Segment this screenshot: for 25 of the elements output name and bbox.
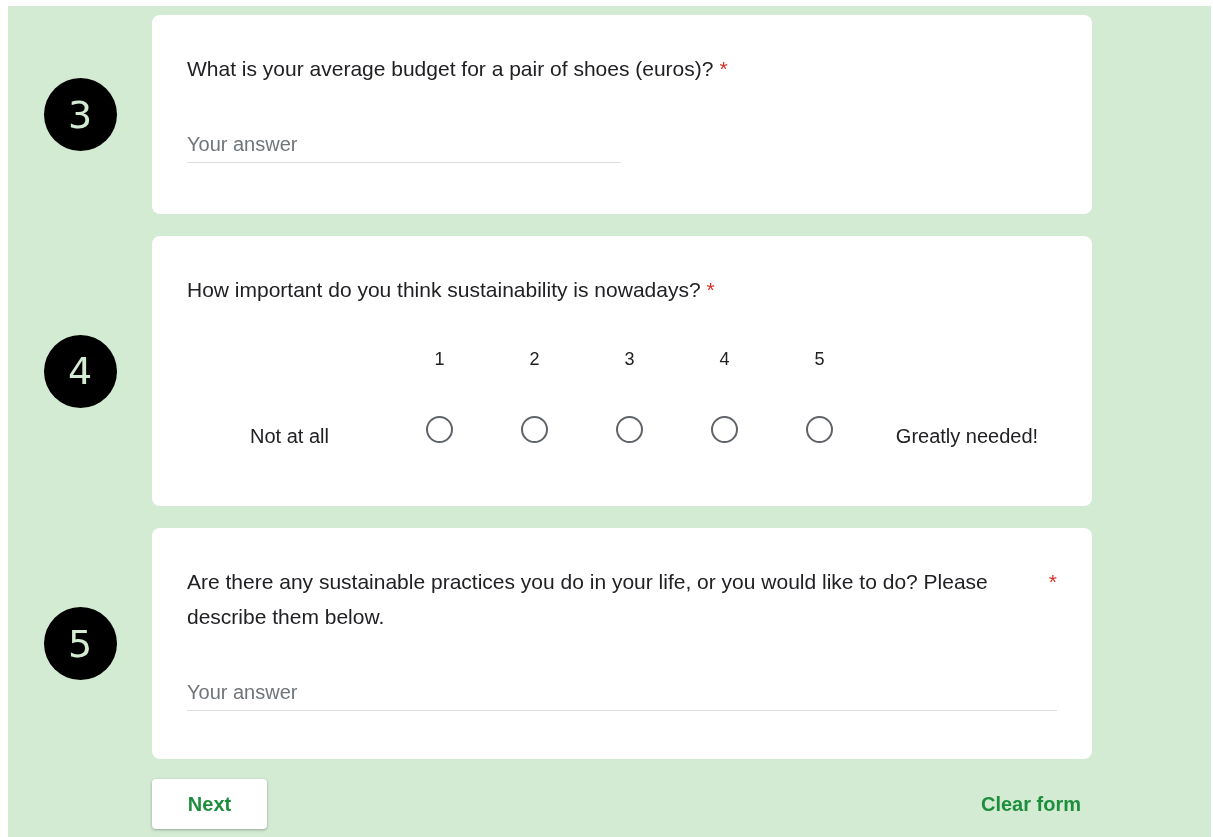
scale-number: 2 — [528, 348, 541, 371]
radio-button[interactable] — [426, 415, 453, 443]
question-title: How important do you think sustainability is nowadays? — [187, 277, 702, 303]
answer-field[interactable]: Your answer — [187, 681, 1057, 711]
scale-number: 1 — [433, 348, 446, 371]
question-number-badge: 4 — [43, 334, 117, 408]
radio-button[interactable] — [711, 415, 738, 443]
scale-low-label: Not at all — [249, 423, 330, 448]
clear-form-button[interactable]: Clear form — [969, 792, 1092, 816]
radio-button[interactable] — [616, 415, 643, 443]
required-asterisk: * — [1048, 569, 1057, 595]
scale-number: 4 — [718, 348, 731, 371]
question-number-badge: 3 — [43, 78, 117, 151]
radio-button[interactable] — [521, 415, 548, 443]
question-title: Are there any sustainable practices you do in your life, or you would like to do? Please describe them below. — [187, 569, 989, 630]
scale-high-label: Greatly needed! — [894, 423, 1040, 448]
required-asterisk: * — [706, 277, 715, 303]
question-number-badge: 5 — [43, 607, 117, 680]
scale-number: 3 — [623, 348, 636, 371]
answer-field[interactable]: Your answer — [187, 133, 621, 163]
required-asterisk: * — [719, 56, 728, 82]
radio-button[interactable] — [806, 415, 833, 443]
question-title: What is your average budget for a pair of shoes (euros)? — [187, 56, 715, 82]
next-button[interactable]: Next — [152, 779, 267, 829]
scale-number: 5 — [813, 348, 826, 371]
